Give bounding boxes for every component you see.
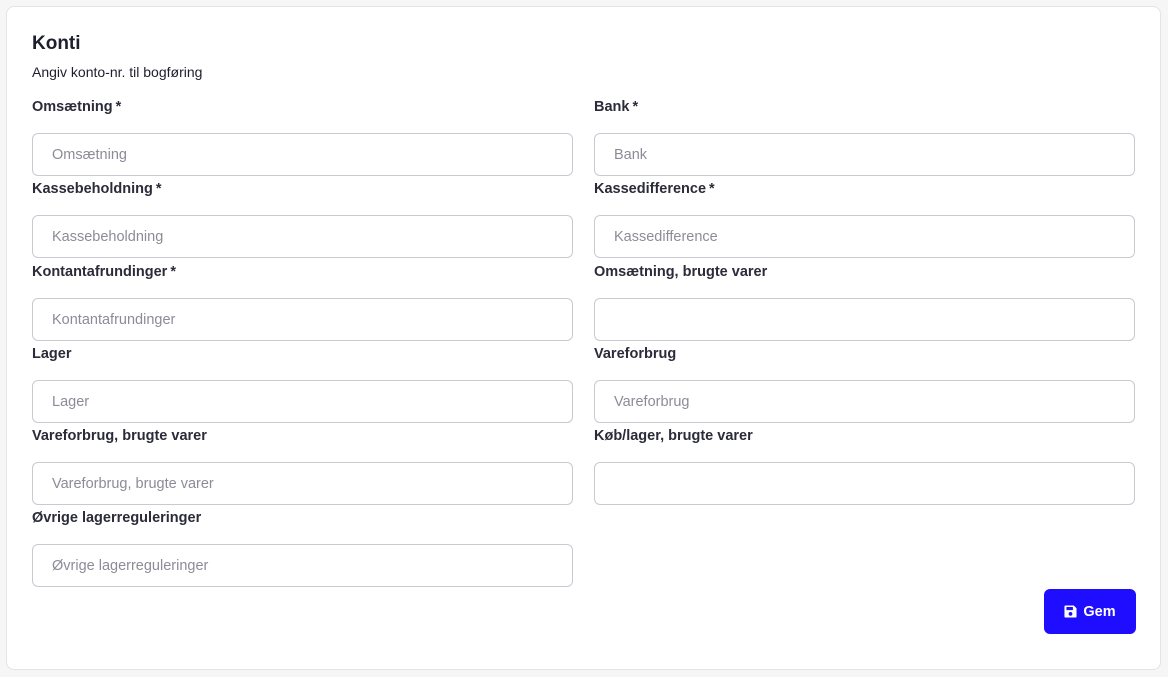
field-kassedifference: Kassedifference * <box>594 180 1135 258</box>
kassebeholdning-input[interactable] <box>32 215 573 258</box>
lager-label: Lager <box>32 346 72 362</box>
omsaetning-brugte-varer-label: Omsætning, brugte varer <box>594 264 768 280</box>
field-vareforbrug: Vareforbrug <box>594 345 1135 423</box>
field-koeb-lager-brugte-varer: Køb/lager, brugte varer <box>594 427 1135 505</box>
vareforbrug-brugte-varer-input[interactable] <box>32 462 573 505</box>
vareforbrug-brugte-varer-label: Vareforbrug, brugte varer <box>32 428 207 444</box>
omsaetning-label: Omsætning * <box>32 99 122 115</box>
field-omsaetning-brugte-varer: Omsætning, brugte varer <box>594 263 1135 341</box>
koeb-lager-brugte-varer-label: Køb/lager, brugte varer <box>594 428 753 444</box>
field-omsaetning: Omsætning * <box>32 98 573 176</box>
bank-label: Bank * <box>594 99 639 115</box>
bank-input[interactable] <box>594 133 1135 176</box>
field-kassebeholdning: Kassebeholdning * <box>32 180 573 258</box>
kontantafrundinger-label: Kontantafrundinger * <box>32 264 176 280</box>
save-button-label: Gem <box>1083 603 1116 620</box>
field-oevrige-lagerreguleringer: Øvrige lagerreguleringer <box>32 509 573 587</box>
omsaetning-brugte-varer-input[interactable] <box>594 298 1135 341</box>
required-mark: * <box>170 264 176 280</box>
vareforbrug-input[interactable] <box>594 380 1135 423</box>
oevrige-lagerreguleringer-input[interactable] <box>32 544 573 587</box>
oevrige-lagerreguleringer-label: Øvrige lagerreguleringer <box>32 510 202 526</box>
field-vareforbrug-brugte-varer: Vareforbrug, brugte varer <box>32 427 573 505</box>
kassedifference-label: Kassedifference * <box>594 181 715 197</box>
floppy-disk-icon <box>1064 605 1077 618</box>
required-mark: * <box>632 99 639 115</box>
vareforbrug-label: Vareforbrug <box>594 346 677 362</box>
kassedifference-input[interactable] <box>594 215 1135 258</box>
lager-input[interactable] <box>32 380 573 423</box>
required-mark: * <box>115 99 122 115</box>
omsaetning-input[interactable] <box>32 133 573 176</box>
field-bank: Bank * <box>594 98 1135 176</box>
card-subtitle: Angiv konto-nr. til bogføring <box>32 64 203 80</box>
required-mark: * <box>155 181 162 197</box>
card-title: Konti <box>32 33 81 54</box>
koeb-lager-brugte-varer-input[interactable] <box>594 462 1135 505</box>
kontantafrundinger-input[interactable] <box>32 298 573 341</box>
field-lager: Lager <box>32 345 573 423</box>
kassebeholdning-label: Kassebeholdning * <box>32 181 162 197</box>
field-kontantafrundinger: Kontantafrundinger * <box>32 263 573 341</box>
accounts-card: Konti Angiv konto-nr. til bogføring Omsæ… <box>6 6 1161 670</box>
save-button[interactable]: Gem <box>1044 589 1136 634</box>
required-mark: * <box>709 181 715 197</box>
